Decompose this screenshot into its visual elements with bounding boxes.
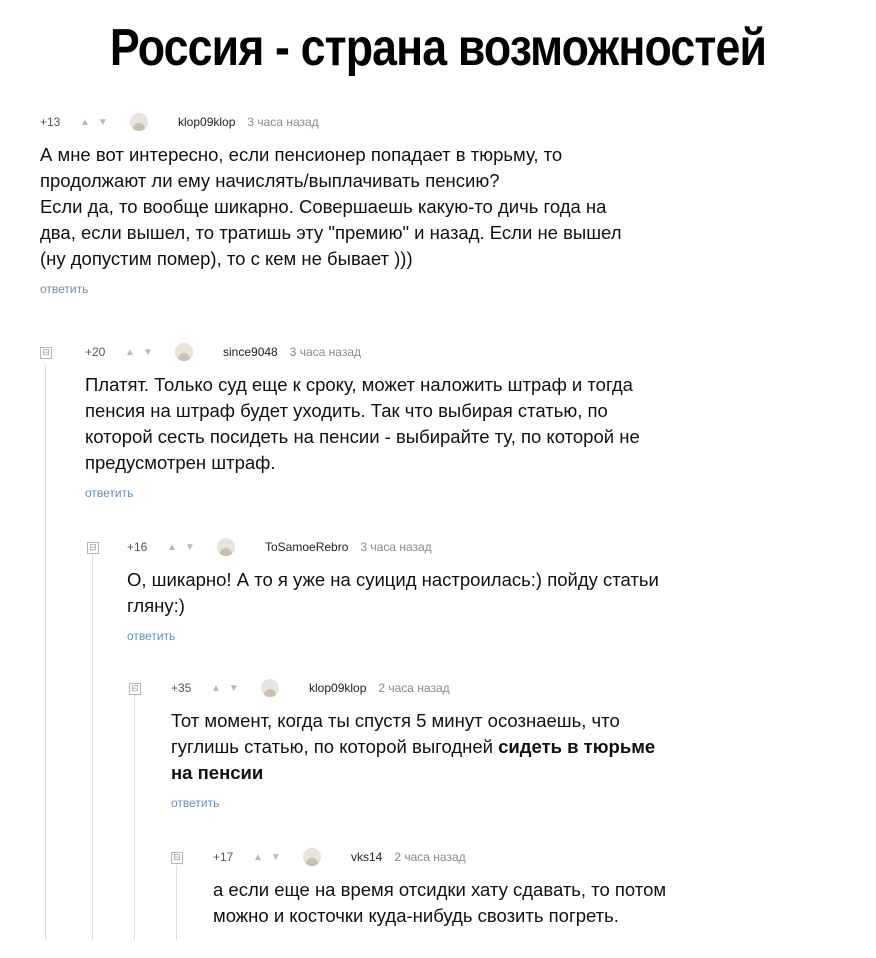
downvote-icon[interactable]: ▼ xyxy=(185,542,195,553)
timestamp[interactable]: 3 часа назад xyxy=(247,115,318,129)
vote-arrows: ▲ ▼ xyxy=(80,117,130,128)
downvote-icon[interactable]: ▼ xyxy=(229,683,239,694)
comment-line: А мне вот интересно, если пенсионер попа… xyxy=(40,144,563,165)
comment-text: а если еще на время отсидки хату сдавать… xyxy=(213,877,853,929)
timestamp[interactable]: 2 часа назад xyxy=(394,850,465,864)
collapse-icon[interactable]: ⊟ xyxy=(129,683,141,695)
reply-link[interactable]: ответить xyxy=(85,486,845,500)
upvote-icon[interactable]: ▲ xyxy=(253,852,263,863)
collapse-icon[interactable]: ⊟ xyxy=(87,542,99,554)
username[interactable]: klop09klop xyxy=(309,681,366,695)
comment-line: на пенсии xyxy=(171,760,851,786)
comment-text: Тот момент, когда ты спустя 5 минут осоз… xyxy=(171,708,851,786)
username[interactable]: ToSamoeRebro xyxy=(265,540,348,554)
thread-line[interactable] xyxy=(92,555,93,940)
comment-line: которой сесть посидеть на пенсии - выбир… xyxy=(85,426,640,447)
comment-line: Если да, то вообще шикарно. Совершаешь к… xyxy=(40,196,607,217)
comment-line: гуглишь статью, по которой выгодней сиде… xyxy=(171,734,851,760)
timestamp[interactable]: 3 часа назад xyxy=(290,345,361,359)
comment-line: продолжают ли ему начислять/выплачивать … xyxy=(40,170,500,191)
comment-meta: +17 ▲ ▼ vks14 2 часа назад xyxy=(213,847,853,867)
thread-line[interactable] xyxy=(134,695,135,940)
comment-line: а если еще на время отсидки хату сдавать… xyxy=(213,879,667,900)
upvote-icon[interactable]: ▲ xyxy=(80,117,90,128)
avatar[interactable] xyxy=(217,538,235,556)
comment-text-bold: на пенсии xyxy=(171,762,264,783)
avatar[interactable] xyxy=(175,343,193,361)
comment-text: О, шикарно! А то я уже на суицид настрои… xyxy=(127,567,847,619)
reply-link[interactable]: ответить xyxy=(127,629,847,643)
comment-line: Платят. Только суд еще к сроку, может на… xyxy=(85,374,633,395)
thread-line[interactable] xyxy=(45,365,46,940)
score: +13 xyxy=(40,115,61,129)
comment-line: можно и косточки куда-нибудь свозить пог… xyxy=(213,905,619,926)
score: +20 xyxy=(85,345,106,359)
comment-meta: +35 ▲ ▼ klop09klop 2 часа назад xyxy=(171,678,851,698)
comment-text-plain: гуглишь статью, по которой выгодней xyxy=(171,736,499,757)
page-title: Россия - страна возможностей xyxy=(109,19,767,77)
comment-1: +13 ▲ ▼ klop09klop 3 часа назад А мне во… xyxy=(40,112,840,296)
vote-arrows: ▲ ▼ xyxy=(253,852,303,863)
comment-line: гляну:) xyxy=(127,595,185,616)
reply-link[interactable]: ответить xyxy=(171,796,851,810)
comment-line: два, если вышел, то тратишь эту "премию"… xyxy=(40,222,622,243)
username[interactable]: vks14 xyxy=(351,850,382,864)
username[interactable]: since9048 xyxy=(223,345,278,359)
comment-meta: +20 ▲ ▼ since9048 3 часа назад xyxy=(85,342,845,362)
collapse-icon[interactable]: ⊟ xyxy=(171,852,183,864)
downvote-icon[interactable]: ▼ xyxy=(271,852,281,863)
comment-meta: +13 ▲ ▼ klop09klop 3 часа назад xyxy=(40,112,840,132)
comment-line: Тот момент, когда ты спустя 5 минут осоз… xyxy=(171,710,620,731)
username[interactable]: klop09klop xyxy=(178,115,235,129)
vote-arrows: ▲ ▼ xyxy=(211,683,261,694)
comment-4: +35 ▲ ▼ klop09klop 2 часа назад Тот моме… xyxy=(171,678,851,810)
comment-text: Платят. Только суд еще к сроку, может на… xyxy=(85,372,845,476)
comment-line: (ну допустим помер), то с кем не бывает … xyxy=(40,248,413,269)
score: +16 xyxy=(127,540,148,554)
upvote-icon[interactable]: ▲ xyxy=(167,542,177,553)
comment-text: А мне вот интересно, если пенсионер попа… xyxy=(40,142,840,272)
avatar[interactable] xyxy=(130,113,148,131)
vote-arrows: ▲ ▼ xyxy=(125,347,175,358)
downvote-icon[interactable]: ▼ xyxy=(143,347,153,358)
comment-5: +17 ▲ ▼ vks14 2 часа назад а если еще на… xyxy=(213,847,853,929)
score: +35 xyxy=(171,681,192,695)
thread-line[interactable] xyxy=(176,865,177,940)
timestamp[interactable]: 2 часа назад xyxy=(378,681,449,695)
vote-arrows: ▲ ▼ xyxy=(167,542,217,553)
comment-line: пенсия на штраф будет уходить. Так что в… xyxy=(85,400,608,421)
timestamp[interactable]: 3 часа назад xyxy=(360,540,431,554)
comment-2: +20 ▲ ▼ since9048 3 часа назад Платят. Т… xyxy=(85,342,845,500)
avatar[interactable] xyxy=(261,679,279,697)
score: +17 xyxy=(213,850,234,864)
comment-text-bold: сидеть в тюрьме xyxy=(498,736,656,757)
collapse-icon[interactable]: ⊟ xyxy=(40,347,52,359)
upvote-icon[interactable]: ▲ xyxy=(211,683,221,694)
upvote-icon[interactable]: ▲ xyxy=(125,347,135,358)
comment-line: предусмотрен штраф. xyxy=(85,452,276,473)
downvote-icon[interactable]: ▼ xyxy=(98,117,108,128)
avatar[interactable] xyxy=(303,848,321,866)
comment-meta: +16 ▲ ▼ ToSamoeRebro 3 часа назад xyxy=(127,537,847,557)
comment-line: О, шикарно! А то я уже на суицид настрои… xyxy=(127,569,659,590)
reply-link[interactable]: ответить xyxy=(40,282,840,296)
comment-3: +16 ▲ ▼ ToSamoeRebro 3 часа назад О, шик… xyxy=(127,537,847,643)
